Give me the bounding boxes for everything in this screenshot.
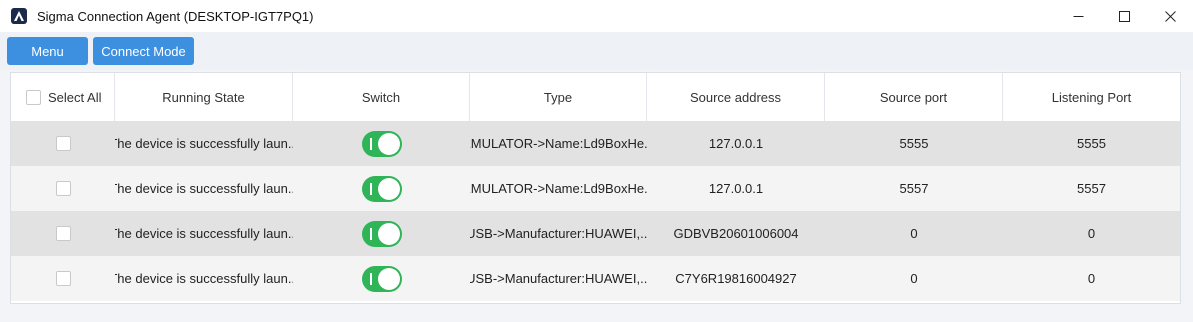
table-row[interactable]: The device is successfully laun... EMULA… xyxy=(11,121,1180,166)
source-port-cell: 5557 xyxy=(899,181,929,196)
table-header: Select All Running State Switch Type Sou… xyxy=(11,73,1180,121)
type-cell: EMULATOR->Name:Ld9BoxHe... xyxy=(470,136,647,151)
device-table: Select All Running State Switch Type Sou… xyxy=(10,72,1181,304)
maximize-icon[interactable] xyxy=(1101,0,1147,32)
running-state-cell: The device is successfully laun... xyxy=(115,181,293,196)
type-cell: USB->Manufacturer:HUAWEI,... xyxy=(470,226,647,241)
device-switch-toggle[interactable] xyxy=(361,175,402,202)
header-source-address[interactable]: Source address xyxy=(647,73,825,121)
source-address-cell: 127.0.0.1 xyxy=(708,181,764,196)
running-state-cell: The device is successfully laun... xyxy=(115,136,293,151)
type-cell: EMULATOR->Name:Ld9BoxHe... xyxy=(470,181,647,196)
listening-port-cell: 5555 xyxy=(1077,136,1106,151)
vertical-scrollbar[interactable] xyxy=(1183,72,1193,304)
header-source-port[interactable]: Source port xyxy=(825,73,1003,121)
select-all-checkbox[interactable] xyxy=(26,89,41,105)
device-switch-toggle[interactable] xyxy=(361,130,402,157)
source-address-cell: 127.0.0.1 xyxy=(708,136,764,151)
select-all-label: Select All xyxy=(48,89,102,105)
running-state-cell: The device is successfully laun... xyxy=(115,271,293,286)
device-switch-toggle[interactable] xyxy=(361,265,402,292)
window-title: Sigma Connection Agent (DESKTOP-IGT7PQ1) xyxy=(37,8,314,24)
row-checkbox[interactable] xyxy=(55,136,71,151)
listening-port-cell: 0 xyxy=(1087,226,1096,241)
source-address-cell: C7Y6R19816004927 xyxy=(675,271,797,286)
select-all-header[interactable]: Select All xyxy=(11,73,115,121)
running-state-cell: The device is successfully laun... xyxy=(115,226,293,241)
row-checkbox[interactable] xyxy=(55,181,71,196)
table-row[interactable]: The device is successfully laun... USB->… xyxy=(11,256,1180,301)
minimize-icon[interactable] xyxy=(1055,0,1101,32)
header-running-state[interactable]: Running State xyxy=(115,73,293,121)
app-logo-icon xyxy=(11,8,27,24)
header-switch[interactable]: Switch xyxy=(293,73,470,121)
title-bar: Sigma Connection Agent (DESKTOP-IGT7PQ1) xyxy=(0,0,1193,32)
source-port-cell: 0 xyxy=(910,226,918,241)
toolbar: Menu Connect Mode xyxy=(0,32,1193,70)
listening-port-cell: 0 xyxy=(1087,271,1096,286)
connect-mode-button[interactable]: Connect Mode xyxy=(93,37,194,65)
device-switch-toggle[interactable] xyxy=(361,220,402,247)
table-row[interactable]: The device is successfully laun... EMULA… xyxy=(11,166,1180,211)
source-port-cell: 0 xyxy=(910,271,918,286)
header-type[interactable]: Type xyxy=(470,73,647,121)
source-address-cell: GDBVB20601006004 xyxy=(673,226,799,241)
source-port-cell: 5555 xyxy=(899,136,929,151)
listening-port-cell: 5557 xyxy=(1077,181,1106,196)
table-row[interactable]: The device is successfully laun... USB->… xyxy=(11,211,1180,256)
header-listening-port[interactable]: Listening Port xyxy=(1003,73,1180,121)
menu-button[interactable]: Menu xyxy=(7,37,88,65)
type-cell: USB->Manufacturer:HUAWEI,... xyxy=(470,271,647,286)
row-checkbox[interactable] xyxy=(55,226,71,241)
row-checkbox[interactable] xyxy=(55,271,71,286)
close-icon[interactable] xyxy=(1147,0,1193,32)
